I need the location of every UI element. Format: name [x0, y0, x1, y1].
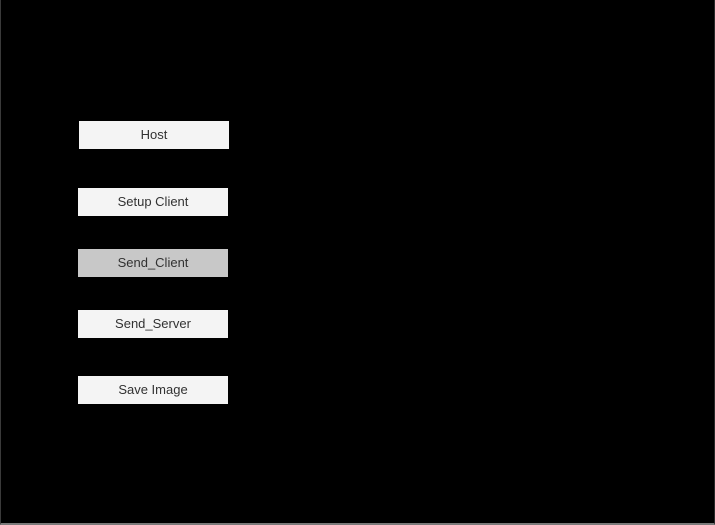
send-server-button[interactable]: Send_Server — [78, 310, 228, 338]
send-client-button[interactable]: Send_Client — [78, 249, 228, 277]
game-view: Host Setup Client Send_Client Send_Serve… — [0, 0, 715, 525]
save-image-button[interactable]: Save Image — [78, 376, 228, 404]
setup-client-button[interactable]: Setup Client — [78, 188, 228, 216]
host-button[interactable]: Host — [79, 121, 229, 149]
